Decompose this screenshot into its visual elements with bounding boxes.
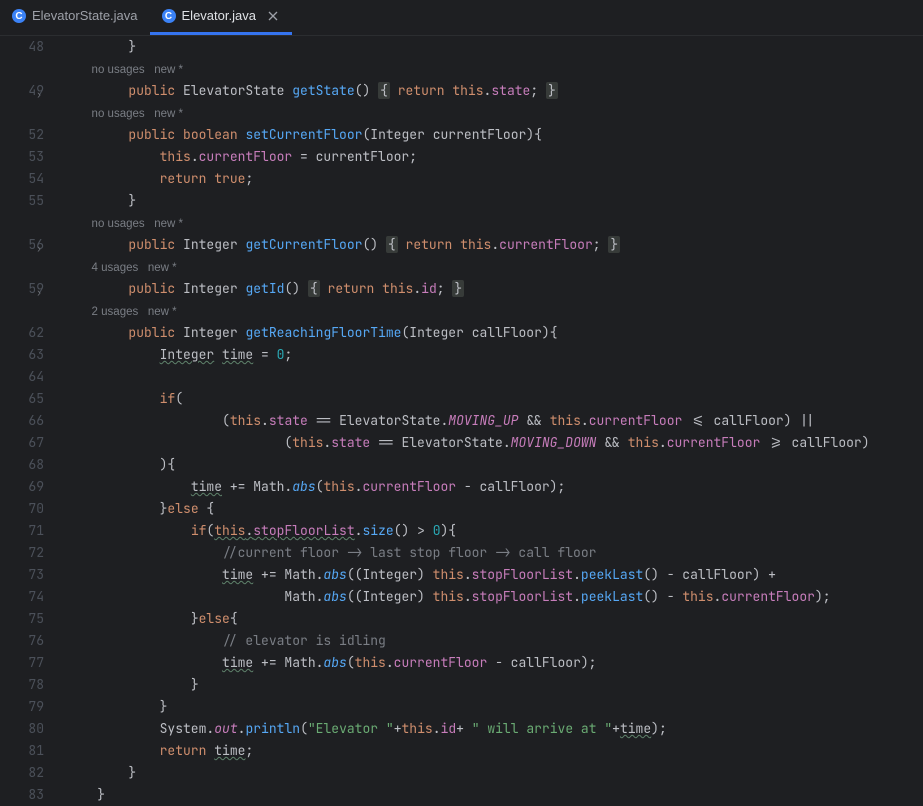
tab-label: ElevatorState.java (32, 6, 138, 26)
line-number: 54 (0, 168, 44, 190)
line-number: 63 (0, 344, 44, 366)
code-line[interactable]: Integer time = 0; (66, 344, 923, 366)
line-gutter: 4849›5253545556›59›626364656667686970717… (0, 36, 62, 803)
line-number: 65 (0, 388, 44, 410)
code-line[interactable]: }else{ (66, 608, 923, 630)
line-number: 74 (0, 586, 44, 608)
line-number: 69 (0, 476, 44, 498)
code-line[interactable]: time += Math.abs(this.currentFloor - cal… (66, 476, 923, 498)
code-line[interactable]: }else { (66, 498, 923, 520)
line-number: 48 (0, 36, 44, 58)
code-line[interactable]: public Integer getId() { return this.id;… (66, 278, 923, 300)
code-line[interactable]: (this.state == ElevatorState.MOVING_UP &… (66, 410, 923, 432)
code-line[interactable]: public Integer getCurrentFloor() { retur… (66, 234, 923, 256)
line-number: 64 (0, 366, 44, 388)
close-icon[interactable] (266, 9, 280, 23)
line-number (0, 212, 44, 234)
code-line[interactable]: if(this.stopFloorList.size() > 0){ (66, 520, 923, 542)
line-number: 71 (0, 520, 44, 542)
line-number (0, 58, 44, 80)
code-line[interactable]: } (66, 36, 923, 58)
class-icon: C (162, 9, 176, 23)
line-number: 78 (0, 674, 44, 696)
code-line[interactable]: } (66, 762, 923, 784)
line-number: 53 (0, 146, 44, 168)
line-number: 72 (0, 542, 44, 564)
inlay-hint[interactable]: 4 usages new * (66, 262, 177, 274)
line-number: 62 (0, 322, 44, 344)
code-line[interactable] (66, 366, 923, 388)
line-number: 68 (0, 454, 44, 476)
code-line[interactable]: time += Math.abs((Integer) this.stopFloo… (66, 564, 923, 586)
code-line[interactable]: System.out.println("Elevator "+this.id+ … (66, 718, 923, 740)
line-number: 66 (0, 410, 44, 432)
line-number: 76 (0, 630, 44, 652)
inlay-hint[interactable]: no usages new * (66, 64, 183, 76)
code-line[interactable]: if( (66, 388, 923, 410)
code-line[interactable]: } (66, 190, 923, 212)
tab-label: Elevator.java (182, 6, 256, 26)
line-number: 56› (0, 234, 44, 256)
editor-tabs: C ElevatorState.java C Elevator.java (0, 0, 923, 36)
code-line[interactable]: } (66, 696, 923, 718)
line-number: 70 (0, 498, 44, 520)
line-number (0, 300, 44, 322)
class-icon: C (12, 9, 26, 23)
code-line[interactable]: no usages new * (66, 58, 923, 80)
line-number: 55 (0, 190, 44, 212)
code-area[interactable]: } no usages new * public ElevatorState g… (62, 36, 923, 803)
line-number (0, 102, 44, 124)
code-line[interactable]: 4 usages new * (66, 256, 923, 278)
line-number: 52 (0, 124, 44, 146)
tab-elevatorstate[interactable]: C ElevatorState.java (0, 0, 150, 35)
line-number: 59› (0, 278, 44, 300)
tab-elevator[interactable]: C Elevator.java (150, 0, 292, 35)
code-line[interactable]: no usages new * (66, 102, 923, 124)
code-line[interactable]: 2 usages new * (66, 300, 923, 322)
code-line[interactable]: return true; (66, 168, 923, 190)
line-number: 77 (0, 652, 44, 674)
line-number: 73 (0, 564, 44, 586)
code-line[interactable]: no usages new * (66, 212, 923, 234)
code-line[interactable]: ){ (66, 454, 923, 476)
code-line[interactable]: public boolean setCurrentFloor(Integer c… (66, 124, 923, 146)
code-line[interactable]: // elevator is idling (66, 630, 923, 652)
code-line[interactable]: Math.abs((Integer) this.stopFloorList.pe… (66, 586, 923, 608)
line-number: 82 (0, 762, 44, 784)
line-number: 80 (0, 718, 44, 740)
inlay-hint[interactable]: no usages new * (66, 108, 183, 120)
code-line[interactable]: this.currentFloor = currentFloor; (66, 146, 923, 168)
line-number: 49› (0, 80, 44, 102)
code-editor[interactable]: 4849›5253545556›59›626364656667686970717… (0, 36, 923, 803)
code-line[interactable]: time += Math.abs(this.currentFloor - cal… (66, 652, 923, 674)
code-line[interactable]: public Integer getReachingFloorTime(Inte… (66, 322, 923, 344)
code-line[interactable]: public ElevatorState getState() { return… (66, 80, 923, 102)
inlay-hint[interactable]: no usages new * (66, 218, 183, 230)
code-line[interactable]: } (66, 674, 923, 696)
inlay-hint[interactable]: 2 usages new * (66, 306, 177, 318)
line-number: 81 (0, 740, 44, 762)
line-number: 79 (0, 696, 44, 718)
line-number: 67 (0, 432, 44, 454)
code-line[interactable]: //current floor -> last stop floor -> ca… (66, 542, 923, 564)
line-number: 75 (0, 608, 44, 630)
code-line[interactable]: (this.state == ElevatorState.MOVING_DOWN… (66, 432, 923, 454)
code-line[interactable]: return time; (66, 740, 923, 762)
line-number (0, 256, 44, 278)
